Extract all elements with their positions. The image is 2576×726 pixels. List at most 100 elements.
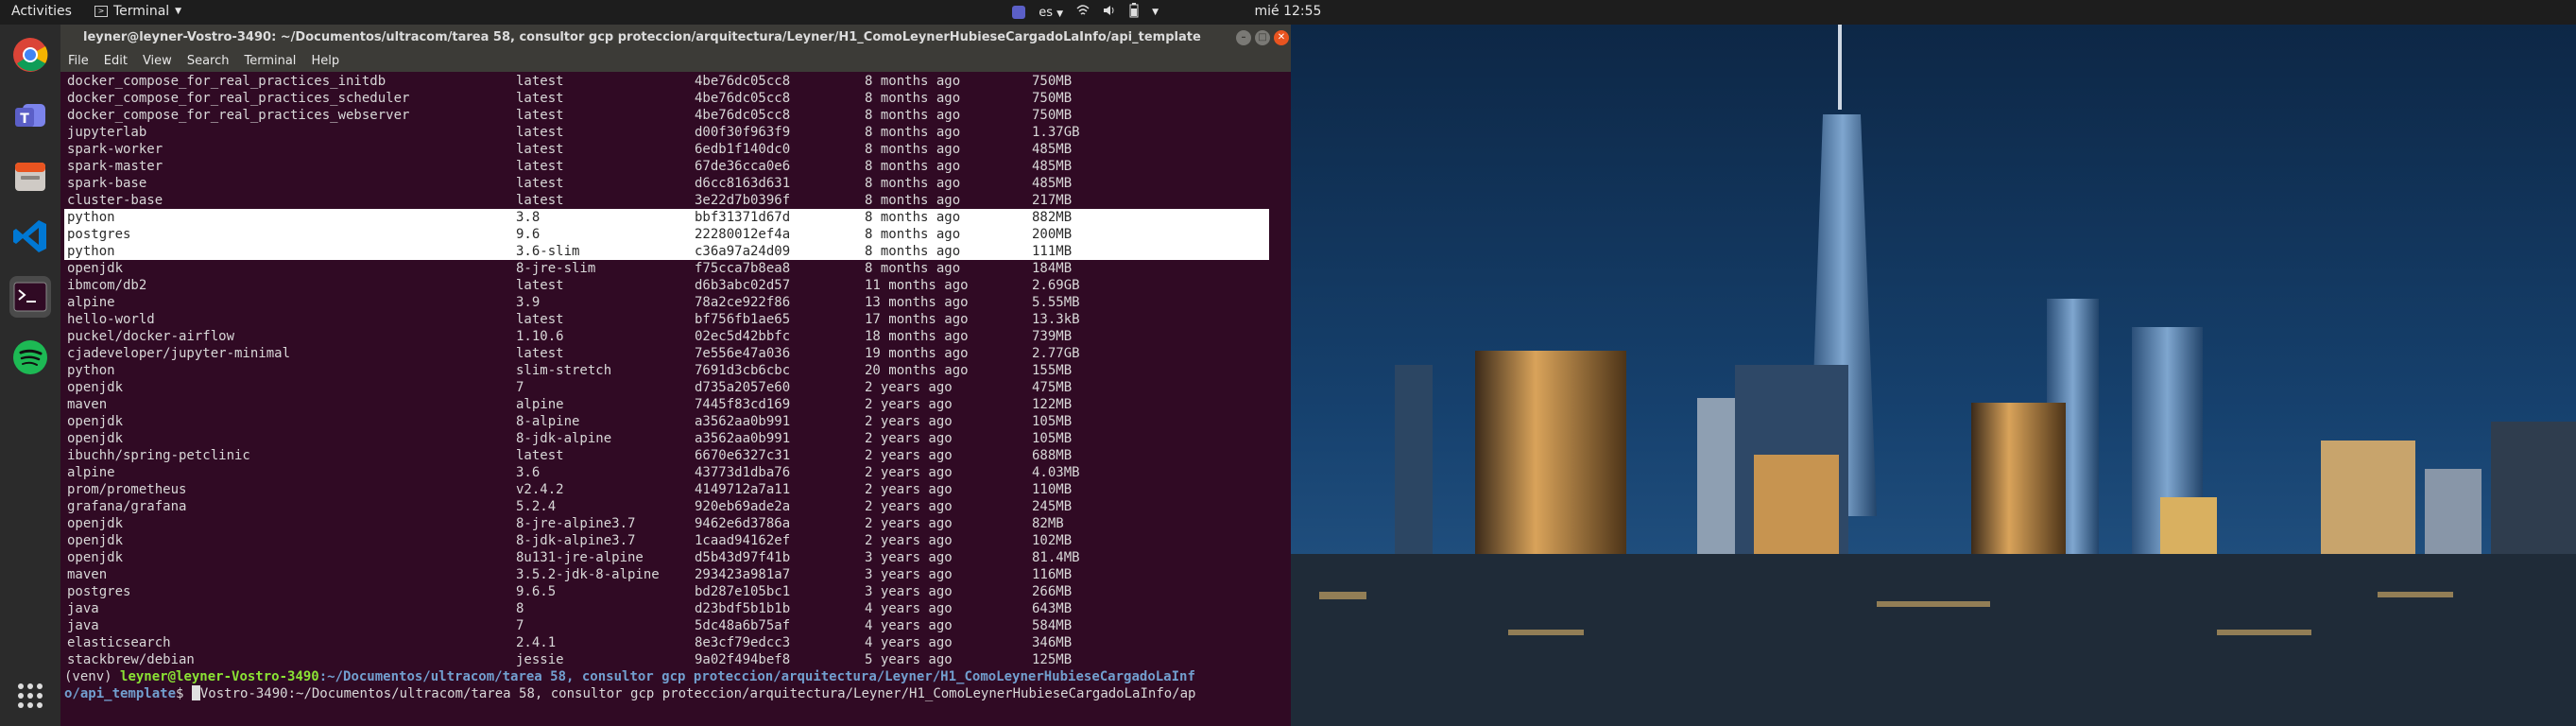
system-tray: es ▼ ▼ <box>1012 3 1159 22</box>
prompt-path: :~/Documentos/ultracom/tarea 58, consult… <box>318 669 1195 684</box>
spotify-icon <box>13 340 47 374</box>
menu-help[interactable]: Help <box>303 51 347 72</box>
image-size: 688MB <box>1032 448 1073 463</box>
image-size: 105MB <box>1032 431 1073 446</box>
image-row: grafana/grafana 5.2.4 920eb69ade2a 2 years … <box>64 498 1285 515</box>
minimize-button[interactable]: – <box>1236 30 1251 45</box>
image-row: docker_compose_for_real_practices_webser… <box>64 107 1285 124</box>
chevron-down-icon[interactable]: ▼ <box>1152 8 1159 17</box>
image-created: 8 months ago <box>865 261 961 276</box>
image-id: d00f30f963f9 <box>695 125 791 140</box>
terminal-window[interactable]: leyner@leyner-Vostro-3490: ~/Documentos/… <box>60 25 1291 726</box>
terminal-small-icon: > <box>94 6 108 17</box>
image-row: python slim-stretch 7691d3cb6cbc 20 months … <box>64 362 1285 379</box>
image-row: jupyterlab latest d00f30f963f9 8 months ago… <box>64 124 1285 141</box>
image-tag: 8u131-jre-alpine <box>516 550 644 565</box>
image-size: 485MB <box>1032 159 1073 174</box>
teams-tray-icon[interactable] <box>1012 6 1026 19</box>
image-created: 8 months ago <box>865 176 961 191</box>
image-repository: openjdk <box>67 431 124 446</box>
image-id: 7691d3cb6cbc <box>695 363 791 378</box>
image-tag: latest <box>516 74 564 89</box>
app-menu[interactable]: > Terminal ▼ <box>94 4 181 19</box>
image-size: 5.55MB <box>1032 295 1080 310</box>
image-created: 2 years ago <box>865 431 953 446</box>
image-created: 8 months ago <box>865 142 961 157</box>
image-tag: latest <box>516 448 564 463</box>
image-repository: docker_compose_for_real_practices_schedu… <box>67 91 410 106</box>
image-repository: maven <box>67 397 108 412</box>
image-created: 2 years ago <box>865 397 953 412</box>
network-icon[interactable] <box>1076 4 1090 21</box>
image-created: 8 months ago <box>865 74 961 89</box>
menu-view[interactable]: View <box>135 51 180 72</box>
terminal-output[interactable]: docker_compose_for_real_practices_initdb… <box>64 73 1285 725</box>
menu-search[interactable]: Search <box>180 51 237 72</box>
image-size: 116MB <box>1032 567 1073 582</box>
window-titlebar[interactable]: leyner@leyner-Vostro-3490: ~/Documentos/… <box>60 25 1291 51</box>
image-created: 13 months ago <box>865 295 969 310</box>
image-created: 4 years ago <box>865 635 953 650</box>
image-tag: latest <box>516 108 564 123</box>
image-size: 184MB <box>1032 261 1073 276</box>
image-id: 4149712a7a11 <box>695 482 791 497</box>
window-title: leyner@leyner-Vostro-3490: ~/Documentos/… <box>83 30 1201 44</box>
image-size: 4.03MB <box>1032 465 1080 480</box>
desktop-wallpaper <box>1291 25 2576 726</box>
image-size: 245MB <box>1032 499 1073 514</box>
image-tag: 2.4.1 <box>516 635 557 650</box>
image-tag: latest <box>516 193 564 208</box>
menu-file[interactable]: File <box>60 51 96 72</box>
image-repository: docker_compose_for_real_practices_webser… <box>67 108 410 123</box>
prompt-path-continued: o/api_template <box>64 686 177 701</box>
image-size: 1.37GB <box>1032 125 1080 140</box>
image-tag: 3.9 <box>516 295 541 310</box>
image-repository: java <box>67 601 99 616</box>
image-id: 7445f83cd169 <box>695 397 791 412</box>
image-repository: cjadeveloper/jupyter-minimal <box>67 346 291 361</box>
image-repository: python <box>67 210 115 225</box>
image-id: d5b43d97f41b <box>695 550 791 565</box>
image-repository: postgres <box>67 227 131 242</box>
image-repository: alpine <box>67 465 115 480</box>
image-id: 78a2ce922f86 <box>695 295 791 310</box>
image-size: 485MB <box>1032 142 1073 157</box>
image-created: 8 months ago <box>865 227 961 242</box>
image-tag: alpine <box>516 397 564 412</box>
show-applications-button[interactable] <box>9 675 51 717</box>
battery-icon[interactable] <box>1129 3 1139 22</box>
image-created: 2 years ago <box>865 448 953 463</box>
close-button[interactable]: ✕ <box>1274 30 1289 45</box>
dock-item-spotify[interactable] <box>9 337 51 378</box>
image-created: 2 years ago <box>865 516 953 531</box>
image-size: 882MB <box>1032 210 1073 225</box>
image-size: 750MB <box>1032 91 1073 106</box>
menu-edit[interactable]: Edit <box>96 51 135 72</box>
clock[interactable]: mié 12:55 <box>1228 4 1348 19</box>
menu-terminal[interactable]: Terminal <box>236 51 303 72</box>
image-id: 67de36cca0e6 <box>695 159 791 174</box>
image-size: 750MB <box>1032 74 1073 89</box>
dock-item-terminal[interactable] <box>9 276 51 318</box>
image-row: openjdk 8-jdk-alpine3.7 1caad94162ef 2 year… <box>64 532 1285 549</box>
image-row: java 8 d23bdf5b1b1b 4 years ago 643MB <box>64 600 1285 617</box>
dock-item-teams[interactable]: T <box>9 95 51 136</box>
volume-icon[interactable] <box>1103 4 1116 21</box>
maximize-button[interactable]: □ <box>1255 30 1270 45</box>
image-id: 7e556e47a036 <box>695 346 791 361</box>
keyboard-layout[interactable]: es ▼ <box>1039 6 1063 20</box>
activities-button[interactable]: Activities <box>11 4 72 19</box>
dock-item-files[interactable] <box>9 155 51 197</box>
image-row: maven 3.5.2-jdk-8-alpine 293423a981a7 3 yea… <box>64 566 1285 583</box>
dock-item-chrome[interactable] <box>9 34 51 76</box>
image-repository: spark-base <box>67 176 147 191</box>
image-id: d6cc8163d631 <box>695 176 791 191</box>
image-row: alpine 3.9 78a2ce922f86 13 months ago 5.55MB <box>64 294 1285 311</box>
command-input[interactable]: Vostro-3490:~/Documentos/ultracom/tarea … <box>200 686 1196 701</box>
dock-item-vscode[interactable] <box>9 216 51 257</box>
image-repository: openjdk <box>67 516 124 531</box>
image-tag: 5.2.4 <box>516 499 557 514</box>
image-tag: 9.6 <box>516 227 541 242</box>
image-id: 6edb1f140dc0 <box>695 142 791 157</box>
dock: T <box>0 25 60 726</box>
